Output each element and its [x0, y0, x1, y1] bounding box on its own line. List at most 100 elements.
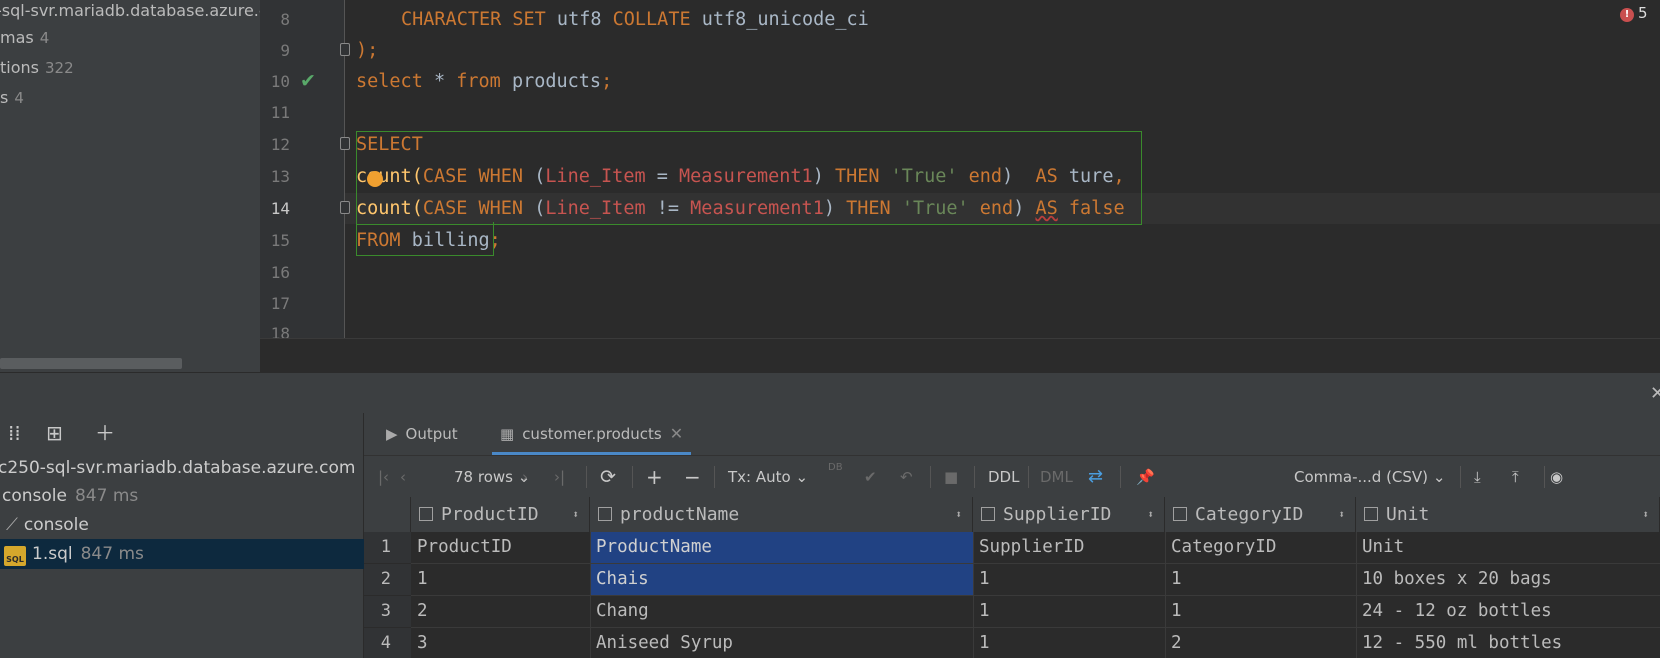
code-token: * [422, 71, 457, 92]
line-number: 11 [270, 103, 290, 122]
rollback-icon[interactable]: ↶ [900, 456, 913, 498]
fold-marker-icon[interactable] [340, 43, 350, 56]
add-icon[interactable]: ＋ [95, 413, 115, 453]
row-number[interactable]: 1 [364, 532, 411, 563]
tree-item-schemas[interactable]: mas 4 [0, 25, 49, 51]
service-item-server[interactable]: c250-sql-svr.mariadb.database.azure.com [0, 453, 362, 483]
commit-check-icon[interactable]: ✔ [864, 456, 877, 498]
row-number[interactable]: 4 [364, 628, 411, 658]
close-icon[interactable]: ✕ [1650, 383, 1660, 404]
code-line-8: CHARACTER SET utf8 COLLATE utf8_unicode_… [401, 4, 869, 35]
table-cell[interactable]: Aniseed Syrup [590, 628, 973, 658]
stop-icon[interactable]: ■ [944, 456, 958, 498]
upload-icon[interactable]: ⤒ [1512, 456, 1519, 498]
chevron-down-icon: ⌄ [795, 468, 809, 486]
sort-icon[interactable]: ⬍ [572, 497, 579, 532]
toolbar-separator [714, 466, 715, 488]
table-cell[interactable]: 3 [411, 628, 590, 658]
panel-splitter[interactable]: ✕ [0, 372, 1660, 413]
sql-editor[interactable]: 8 9 10 11 12 13 14 15 16 17 18 ✔ CHARACT… [260, 0, 1660, 372]
column-icon [419, 507, 433, 521]
toolbar-separator [1028, 466, 1029, 488]
table-cell[interactable]: 1 [973, 564, 1165, 595]
first-page-icon[interactable]: |‹ [378, 456, 389, 498]
tab-output[interactable]: ▶ Output [386, 413, 458, 455]
table-cell[interactable]: 12 - 550 ml bottles [1356, 628, 1660, 658]
db-commit-icon[interactable]: DB [828, 456, 843, 498]
column-header-categoryid[interactable]: CategoryID ⬍ [1165, 497, 1356, 532]
table-cell[interactable]: Unit [1356, 532, 1660, 563]
tab-customer-products[interactable]: ▦ customer.products ✕ [492, 413, 692, 455]
table-cell[interactable]: 1 [973, 628, 1165, 658]
dml-button[interactable]: DML [1040, 456, 1073, 498]
error-icon: ! [1620, 8, 1634, 22]
fold-marker-icon[interactable] [340, 201, 350, 214]
refresh-icon[interactable]: ⟳ [600, 456, 616, 498]
pin-icon[interactable]: 📌 [1136, 456, 1155, 498]
view-icon[interactable]: ◉ [1550, 456, 1563, 498]
column-header-unit[interactable]: Unit ⬍ [1356, 497, 1660, 532]
code-token: products [500, 71, 602, 92]
sort-icon[interactable]: ⬍ [1642, 497, 1649, 532]
table-cell[interactable]: 2 [1165, 628, 1356, 658]
sort-icon[interactable]: ⬍ [1147, 497, 1154, 532]
column-header-supplierid[interactable]: SupplierID ⬍ [973, 497, 1165, 532]
table-cell[interactable]: 24 - 12 oz bottles [1356, 596, 1660, 627]
toolbar-separator [1544, 466, 1545, 488]
table-cell[interactable]: Chang [590, 596, 973, 627]
table-cell[interactable]: 2 [411, 596, 590, 627]
new-tab-icon[interactable]: ⊞ [46, 413, 63, 453]
table-cell-selected[interactable]: Chais [590, 564, 973, 595]
row-count-dropdown[interactable]: 78 rows ⌄ [454, 456, 530, 498]
table-cell[interactable]: 1 [1165, 564, 1356, 595]
table-cell[interactable]: 1 [973, 596, 1165, 627]
add-row-icon[interactable]: + [646, 456, 663, 498]
tree-item-collations[interactable]: tions 322 [0, 55, 74, 81]
next-page-icon[interactable]: › [522, 456, 528, 498]
download-icon[interactable]: ⤓ [1474, 456, 1481, 498]
error-indicator[interactable]: ! 5 [1620, 4, 1660, 22]
delete-row-icon[interactable]: − [684, 456, 701, 498]
intention-bulb-icon[interactable] [367, 171, 383, 187]
table-cell[interactable]: 1 [1165, 596, 1356, 627]
tree-item-users[interactable]: s4 [0, 85, 24, 111]
column-header-productid[interactable]: ProductID ⬍ [411, 497, 590, 532]
row-number-header [364, 497, 411, 532]
last-page-icon[interactable]: ›| [554, 456, 565, 498]
code-token: ); [356, 40, 379, 61]
tree-item-label: mas [0, 28, 34, 47]
sort-icon[interactable]: ⬍ [1338, 497, 1345, 532]
transaction-mode-dropdown[interactable]: Tx: Auto ⌄ [728, 456, 808, 498]
table-cell[interactable]: ProductID [411, 532, 590, 563]
group-by-icon[interactable]: ⁞⁞ [8, 413, 21, 453]
fold-marker-icon[interactable] [340, 137, 350, 150]
column-divider [1165, 532, 1166, 658]
export-format: Comma-...d (CSV) [1294, 468, 1429, 486]
compare-icon[interactable]: ⇄ [1088, 456, 1103, 498]
export-format-dropdown[interactable]: Comma-...d (CSV) ⌄ [1294, 456, 1445, 498]
row-number[interactable]: 2 [364, 564, 411, 595]
tree-horizontal-scrollbar[interactable] [0, 358, 182, 369]
column-header-label: SupplierID [1003, 504, 1112, 525]
column-header-productname[interactable]: productName ⬍ [590, 497, 973, 532]
ddl-button[interactable]: DDL [988, 456, 1019, 498]
service-item-file[interactable]: SQL 1.sql 847 ms [0, 539, 364, 569]
service-item-console[interactable]: console 847 ms [2, 481, 366, 511]
sql-file-icon: SQL [4, 546, 26, 566]
service-item-label: console [2, 486, 67, 506]
column-header-label: CategoryID [1195, 504, 1304, 525]
table-cell[interactable]: SupplierID [973, 532, 1165, 563]
close-tab-icon[interactable]: ✕ [670, 424, 683, 443]
table-cell-selected[interactable]: ProductName [590, 532, 973, 563]
service-item-console-session[interactable]: ⟋ console [6, 510, 370, 540]
table-cell[interactable]: CategoryID [1165, 532, 1356, 563]
service-item-label: 1.sql [32, 544, 73, 564]
previous-page-icon[interactable]: ‹ [400, 456, 406, 498]
row-number[interactable]: 3 [364, 596, 411, 627]
column-header-label: Unit [1386, 504, 1430, 525]
column-divider [973, 532, 974, 658]
sort-icon[interactable]: ⬍ [955, 497, 962, 532]
table-cell[interactable]: 1 [411, 564, 590, 595]
tree-item-server[interactable]: -sql-svr.mariadb.database.azure.c [0, 0, 260, 24]
table-cell[interactable]: 10 boxes x 20 bags [1356, 564, 1660, 595]
